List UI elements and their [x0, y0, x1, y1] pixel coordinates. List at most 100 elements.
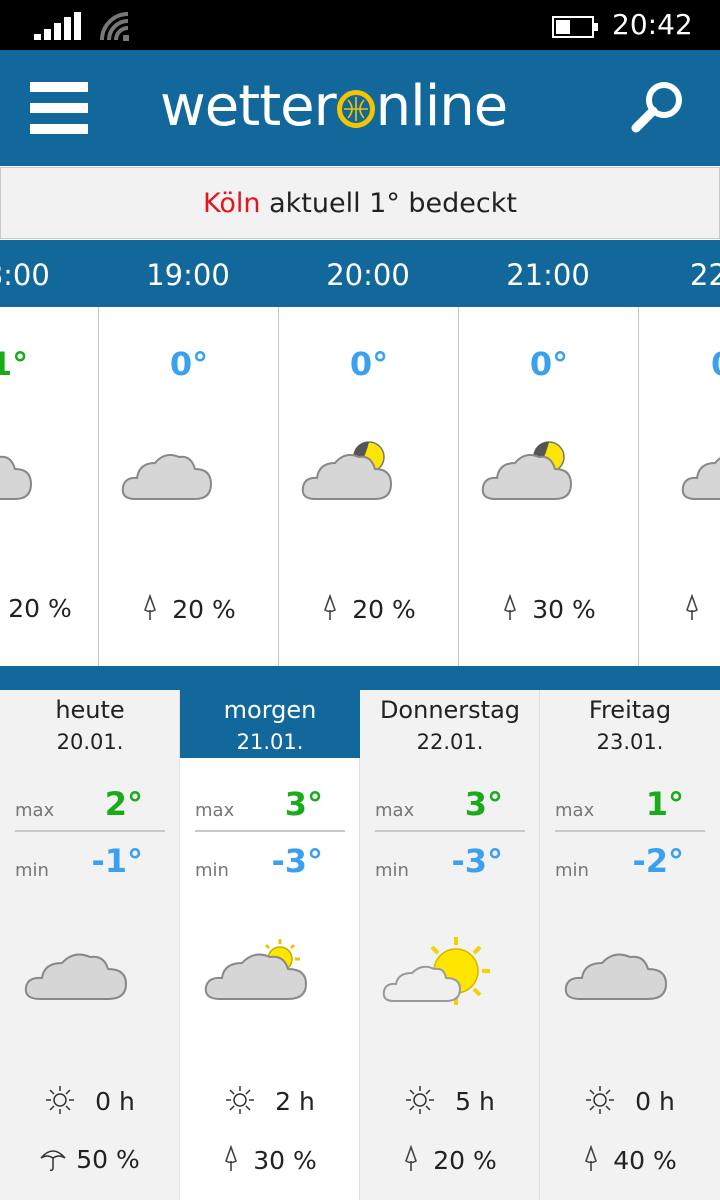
hour-time: 19:00 [98, 240, 278, 307]
hour-rain: 20 % [279, 594, 459, 624]
hour-rain-value: 30 % [532, 595, 596, 624]
max-label: max [195, 800, 235, 821]
day-name: Donnerstag [379, 696, 521, 724]
hour-card[interactable]: 18:00 1° 20 % [0, 240, 98, 690]
min-temp: -2° [632, 842, 684, 880]
hour-temp: 0° [639, 345, 720, 383]
cloud-moon-icon [681, 457, 720, 500]
logo-text-right: nline [375, 74, 509, 139]
rain-row: 30 % [180, 1145, 360, 1175]
rain-chance: 40 % [613, 1146, 677, 1175]
hour-rain-value: 20 % [8, 594, 72, 623]
min-temp: -3° [271, 842, 323, 880]
min-temp: -3° [451, 842, 503, 880]
sun-hours-icon [406, 1086, 435, 1114]
hour-time: 22:00 [638, 240, 720, 307]
hour-rain-value: 20 % [172, 595, 236, 624]
day-name: morgen [223, 696, 317, 724]
hour-temp: 0° [529, 345, 569, 383]
hour-body: 0° 30 % [458, 307, 638, 666]
hour-card[interactable]: 22:00 0° [638, 240, 720, 690]
hour-card[interactable]: 20:00 0° 20 % [278, 240, 458, 690]
raindrop-icon [225, 1145, 238, 1171]
day-name: heute [55, 696, 125, 724]
city-name: Köln [203, 188, 261, 219]
sun-hours: 2 h [275, 1087, 315, 1116]
search-icon[interactable] [628, 78, 688, 138]
day-card-heute[interactable]: heute 20.01. max 2° min -1° 0 h 50 % [0, 690, 180, 1200]
globe-icon [336, 90, 375, 128]
battery-icon [552, 16, 598, 38]
hour-rain [639, 594, 720, 624]
rain-row: 50 % [0, 1145, 180, 1174]
day-date: 22.01. [416, 730, 484, 754]
rain-row: 20 % [360, 1145, 540, 1175]
hourly-forecast[interactable]: 18:00 1° 20 % 19:00 0° 20 % [0, 240, 720, 690]
hour-temp: 0° [349, 345, 389, 383]
sunshine-row: 2 h [180, 1085, 360, 1116]
rain-row: 40 % [540, 1145, 720, 1175]
min-label: min [375, 860, 409, 881]
cloud-icon [121, 454, 213, 500]
day-header: Freitag 23.01. [540, 690, 720, 758]
max-temp: 1° [645, 785, 684, 823]
cloud-icon [0, 455, 33, 500]
sunshine-row: 0 h [540, 1085, 720, 1116]
hour-temp: 0° [169, 345, 209, 383]
hour-body: 0° [638, 307, 720, 666]
hour-card[interactable]: 21:00 0° 30 % [458, 240, 638, 690]
hour-time: 18:00 [0, 240, 98, 307]
hour-body: 1° 20 % [0, 307, 98, 666]
min-label: min [195, 860, 229, 881]
app-header: wetter nline [0, 50, 720, 166]
day-card-morgen[interactable]: morgen 21.01. max 3° min -3° 2 h 30 % [180, 690, 360, 1200]
day-date: 20.01. [56, 730, 124, 754]
max-label: max [375, 800, 415, 821]
hour-time: 20:00 [278, 240, 458, 307]
raindrop-icon [585, 1145, 598, 1171]
weather-app: 20:42 wetter nline Köln aktuell 1° bedeck… [0, 0, 720, 1200]
cloud-icon [564, 953, 668, 1000]
sun-hours-icon [586, 1086, 615, 1114]
raindrop-icon [324, 594, 337, 620]
sun-hours-icon [46, 1086, 75, 1114]
logo-text-left: wetter [160, 74, 337, 139]
day-card-donnerstag[interactable]: Donnerstag 22.01. max 3° min -3° 5 h 20 … [360, 690, 540, 1200]
hour-rain: 30 % [459, 594, 639, 624]
hour-time: 21:00 [458, 240, 638, 307]
day-header: morgen 21.01. [180, 690, 360, 758]
day-name: Freitag [588, 696, 672, 724]
max-temp: 3° [284, 785, 323, 823]
divider [375, 830, 525, 832]
hour-body: 0° 20 % [278, 307, 458, 666]
daily-forecast[interactable]: heute 20.01. max 2° min -1° 0 h 50 % mor… [0, 690, 720, 1200]
max-label: max [15, 800, 55, 821]
day-header: Donnerstag 22.01. [360, 690, 540, 758]
divider [555, 830, 705, 832]
sun-hours: 0 h [635, 1087, 675, 1116]
hour-body: 0° 20 % [98, 307, 278, 666]
status-bar: 20:42 [0, 0, 720, 50]
raindrop-icon [504, 594, 517, 620]
rain-chance: 20 % [433, 1146, 497, 1175]
day-card-freitag[interactable]: Freitag 23.01. max 1° min -2° 0 h 40 % [540, 690, 720, 1200]
current-description: aktuell 1° bedeckt [260, 188, 517, 219]
rain-chance: 30 % [253, 1146, 317, 1175]
clock: 20:42 [612, 8, 693, 41]
raindrop-icon [144, 594, 157, 620]
current-weather-bar[interactable]: Köln aktuell 1° bedeckt [0, 167, 720, 239]
hour-rain: 20 % [0, 594, 99, 623]
max-label: max [555, 800, 595, 821]
min-label: min [555, 860, 589, 881]
signal-icon [34, 12, 81, 40]
min-temp: -1° [91, 842, 143, 880]
cloud-moon-icon [301, 441, 393, 500]
menu-icon[interactable] [30, 82, 90, 134]
hour-card[interactable]: 19:00 0° 20 % [98, 240, 278, 690]
min-label: min [15, 860, 49, 881]
app-logo: wetter nline [160, 74, 509, 139]
divider [15, 830, 165, 832]
rain-chance: 50 % [76, 1145, 140, 1174]
hour-temp: 1° [0, 345, 29, 383]
wifi-icon [100, 12, 129, 41]
